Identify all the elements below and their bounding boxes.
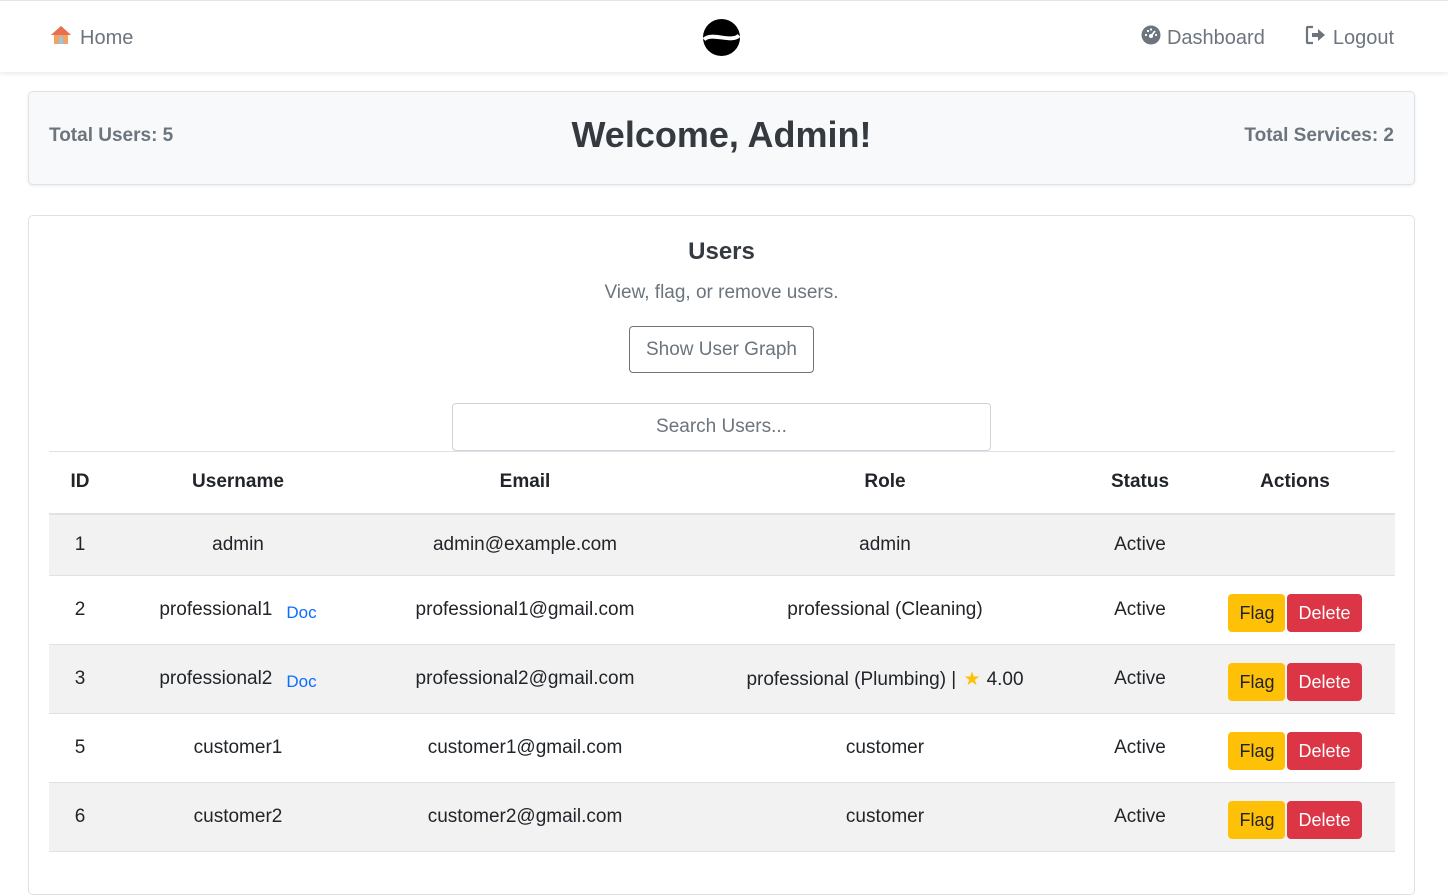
rating-value: 4.00 xyxy=(986,668,1024,690)
cell-username: customer2 xyxy=(111,782,365,852)
cell-role: customer xyxy=(685,782,1085,852)
flag-button[interactable]: Flag xyxy=(1228,732,1286,770)
column-header-role[interactable]: Role xyxy=(685,451,1085,515)
cell-email: professional2@gmail.com xyxy=(365,644,685,714)
cell-status: Active xyxy=(1085,713,1195,783)
cell-username: customer1 xyxy=(111,713,365,783)
table-row: 6 customer2 customer2@gmail.com customer… xyxy=(49,782,1395,852)
users-card: Users View, flag, or remove users. Show … xyxy=(28,215,1415,895)
cell-username: admin xyxy=(111,513,365,576)
cell-id: 2 xyxy=(49,575,111,645)
column-header-email[interactable]: Email xyxy=(365,451,685,515)
cell-id: 6 xyxy=(49,782,111,852)
flag-button[interactable]: Flag xyxy=(1228,594,1286,632)
cell-actions xyxy=(1195,513,1395,576)
username-text: professional2 xyxy=(159,668,273,689)
users-section-subtitle: View, flag, or remove users. xyxy=(604,282,839,303)
nav-home-label: Home xyxy=(80,26,134,49)
cell-status: Active xyxy=(1085,644,1195,714)
table-row: 3 professional2 Doc professional2@gmail.c… xyxy=(49,644,1395,714)
doc-link[interactable]: Doc xyxy=(286,672,316,691)
cell-role: customer xyxy=(685,713,1085,783)
cell-role: professional (Plumbing) | ★ 4.00 xyxy=(685,644,1085,714)
cell-role: professional (Cleaning) xyxy=(685,575,1085,645)
cell-username: professional1 Doc xyxy=(111,575,365,645)
cell-status: Active xyxy=(1085,513,1195,576)
cell-actions: Flag Delete xyxy=(1195,644,1395,714)
welcome-card: Total Users: 5 Welcome, Admin! Total Ser… xyxy=(28,91,1415,185)
column-header-username[interactable]: Username xyxy=(111,451,365,515)
doc-link[interactable]: Doc xyxy=(286,603,316,622)
gauge-icon xyxy=(1141,25,1161,51)
nav-dashboard-link[interactable]: Dashboard xyxy=(1141,25,1265,51)
sign-out-icon xyxy=(1305,25,1327,51)
welcome-title: Welcome, Admin! xyxy=(571,114,872,155)
navbar: Home Dashboard Logout xyxy=(0,0,1448,72)
cell-role: admin xyxy=(685,513,1085,576)
column-header-actions: Actions xyxy=(1195,451,1395,515)
delete-button[interactable]: Delete xyxy=(1287,732,1362,770)
nav-logout-label: Logout xyxy=(1332,26,1394,49)
nav-right-group: Dashboard Logout xyxy=(1141,25,1394,51)
cell-status: Active xyxy=(1085,782,1195,852)
delete-button[interactable]: Delete xyxy=(1287,663,1362,701)
nav-logout-link[interactable]: Logout xyxy=(1305,25,1394,51)
delete-button[interactable]: Delete xyxy=(1287,594,1362,632)
flag-button[interactable]: Flag xyxy=(1228,801,1286,839)
table-row: 5 customer1 customer1@gmail.com customer… xyxy=(49,713,1395,783)
nav-dashboard-label: Dashboard xyxy=(1166,26,1265,49)
search-users-input[interactable] xyxy=(452,403,991,451)
username-text: professional1 xyxy=(159,599,273,620)
delete-button[interactable]: Delete xyxy=(1287,801,1362,839)
table-header-row: ID Username Email Role Status Actions xyxy=(49,451,1395,515)
cell-id: 1 xyxy=(49,513,111,576)
show-user-graph-button[interactable]: Show User Graph xyxy=(629,326,814,373)
cell-actions: Flag Delete xyxy=(1195,575,1395,645)
table-row: 1 admin admin@example.com admin Active xyxy=(49,513,1395,576)
cell-id: 3 xyxy=(49,644,111,714)
cell-actions: Flag Delete xyxy=(1195,782,1395,852)
cell-email: customer2@gmail.com xyxy=(365,782,685,852)
cell-actions: Flag Delete xyxy=(1195,713,1395,783)
table-row: 2 professional1 Doc professional1@gmail.c… xyxy=(49,575,1395,645)
users-table: ID Username Email Role Status Actions 1 … xyxy=(49,451,1395,852)
cell-status: Active xyxy=(1085,575,1195,645)
users-section-title: Users xyxy=(688,238,755,265)
cell-email: professional1@gmail.com xyxy=(365,575,685,645)
house-icon xyxy=(50,25,72,51)
cell-email: customer1@gmail.com xyxy=(365,713,685,783)
s-logo-icon[interactable] xyxy=(702,18,741,57)
star-icon: ★ xyxy=(963,668,981,690)
column-header-status[interactable]: Status xyxy=(1085,451,1195,515)
cell-email: admin@example.com xyxy=(365,513,685,576)
role-text: professional (Plumbing) | xyxy=(746,668,957,690)
nav-home-link[interactable]: Home xyxy=(50,25,133,51)
flag-button[interactable]: Flag xyxy=(1228,663,1286,701)
cell-username: professional2 Doc xyxy=(111,644,365,714)
column-header-id[interactable]: ID xyxy=(49,451,111,515)
cell-id: 5 xyxy=(49,713,111,783)
total-services-stat: Total Services: 2 xyxy=(1244,125,1394,146)
